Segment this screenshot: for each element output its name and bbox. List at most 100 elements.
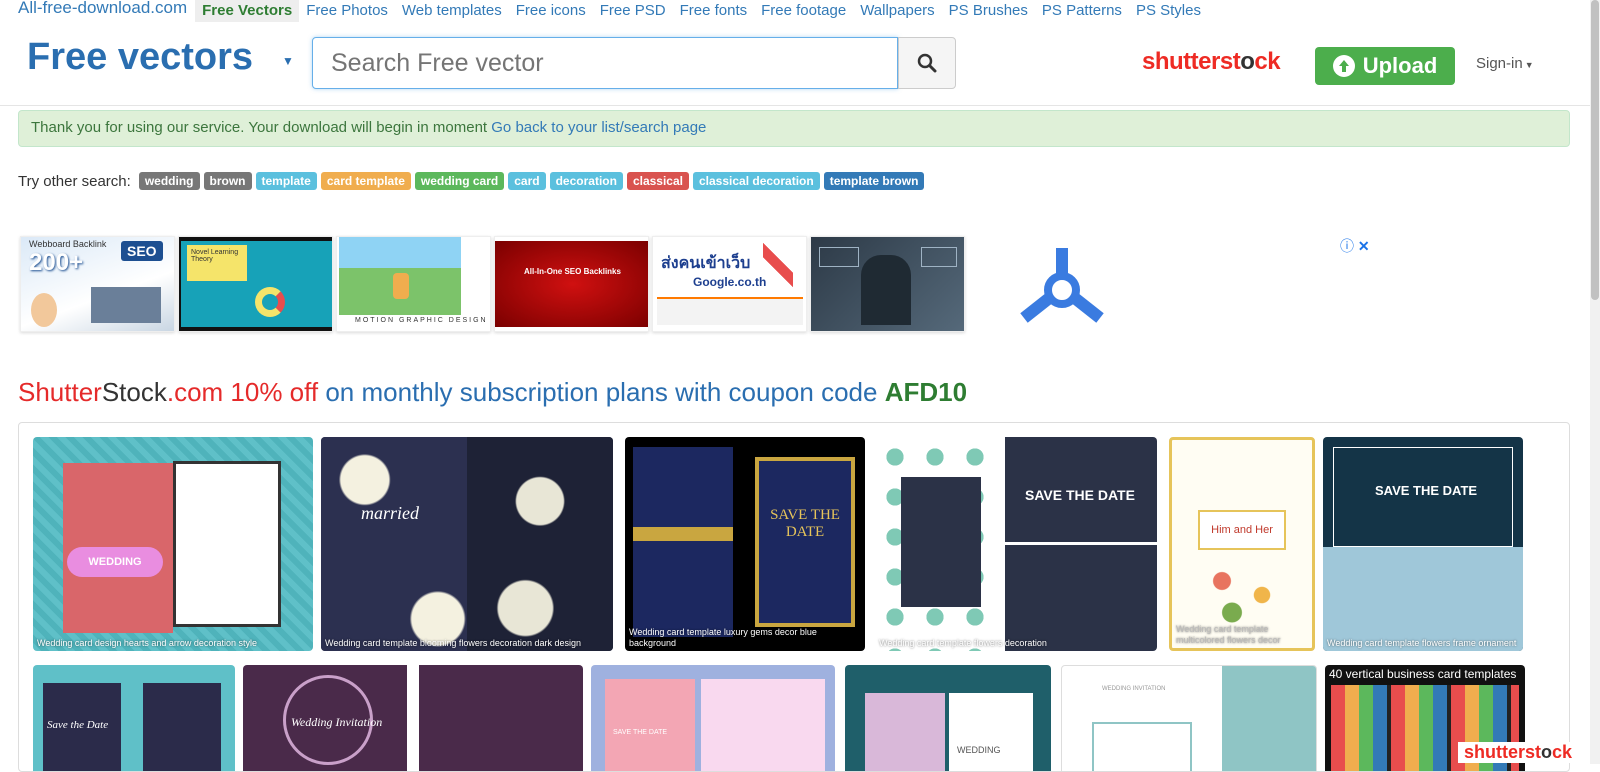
gallery-item[interactable]: WEDDING (845, 665, 1051, 771)
card-right (949, 693, 1033, 771)
gallery-caption: Wedding card template blooming flowers d… (325, 638, 581, 648)
site-brand-link[interactable]: All-free-download.com (0, 0, 195, 18)
headline-stock: Stock (101, 377, 167, 407)
ad5-label: ส่งคนเข้าเว็บ (661, 255, 751, 272)
nav-free-photos[interactable]: Free Photos (299, 0, 395, 22)
shutterstock-badge[interactable]: shutterstock (1458, 742, 1579, 763)
building-graphic (91, 287, 161, 323)
back-to-list-link[interactable]: Go back to your list/search page (491, 119, 706, 136)
caret-down-icon[interactable]: ▼ (282, 54, 294, 68)
tag-classical[interactable]: classical (626, 172, 689, 190)
card-text: WEDDING (67, 547, 163, 577)
ad1-label: Webboard Backlink (29, 239, 107, 249)
download-alert: Thank you for using our service. Your do… (18, 110, 1570, 147)
nav-ps-styles[interactable]: PS Styles (1129, 0, 1208, 22)
gold-band (633, 527, 733, 541)
tag-card-template[interactable]: card template (320, 172, 411, 190)
card-text: SAVE THE DATE (1375, 483, 1478, 498)
ad4-label: All-In-One SEO Backlinks (524, 267, 621, 276)
nav-free-fonts[interactable]: Free fonts (673, 0, 755, 22)
gallery-item[interactable]: SAVE THE DATE Wedding card template flow… (875, 437, 1157, 651)
tag-card[interactable]: card (508, 172, 546, 190)
headline-discount: .com 10% off (166, 377, 319, 407)
upload-arrow-icon (1332, 55, 1355, 77)
page-scrollbar[interactable] (1590, 0, 1600, 764)
card-right (143, 683, 221, 771)
caret-down-icon: ▼ (1524, 60, 1534, 70)
nav-wallpapers[interactable]: Wallpapers (853, 0, 941, 22)
gallery-item[interactable]: Wedding Invitation (243, 665, 583, 771)
card-right (173, 461, 281, 627)
badge-part3: ck (1552, 742, 1573, 762)
ad-all-in-one-seo[interactable]: All-In-One SEO Backlinks (494, 236, 649, 332)
ad1-seo: SEO (121, 241, 163, 261)
search-icon (917, 53, 937, 73)
ad-info-icon[interactable]: ⓘ (1340, 238, 1354, 254)
ad-close-controls[interactable]: ⓘ ✕ (1340, 236, 1370, 256)
card-text: SAVE THE DATE (613, 729, 668, 736)
ad-google-thai[interactable]: ส่งคนเข้าเว็บ Google.co.th (652, 236, 807, 332)
search-button[interactable] (898, 37, 956, 89)
tag-decoration[interactable]: decoration (549, 172, 623, 190)
nav-free-icons[interactable]: Free icons (509, 0, 593, 22)
alert-text: Thank you for using our service. Your do… (31, 119, 492, 136)
tag-wedding-card[interactable]: wedding card (414, 172, 505, 190)
card-right (467, 437, 613, 651)
upload-label: Upload (1362, 53, 1438, 78)
ad3-label: MOTION GRAPHIC DESIGN (355, 317, 488, 324)
shutter-logo-part3: ck (1254, 48, 1281, 75)
card-text: SAVE THE DATE (1025, 487, 1135, 503)
nav-free-psd[interactable]: Free PSD (593, 0, 673, 22)
nav-ps-brushes[interactable]: PS Brushes (942, 0, 1035, 22)
tag-classical-decoration[interactable]: classical decoration (692, 172, 820, 190)
gallery-item[interactable]: Save the Date (33, 665, 235, 771)
tag-wedding[interactable]: wedding (138, 172, 200, 190)
card-bottom (1323, 547, 1523, 651)
gallery-item[interactable]: married Wedding card template blooming f… (321, 437, 613, 651)
nav-free-footage[interactable]: Free footage (754, 0, 853, 22)
scrollbar-thumb[interactable] (1591, 0, 1599, 300)
gallery-item[interactable]: Him and Her Wedding card template multic… (1169, 437, 1315, 651)
signin-dropdown[interactable]: Sign-in ▼ (1476, 55, 1534, 72)
tags-label: Try other search: (18, 172, 131, 190)
close-icon[interactable]: ✕ (1358, 238, 1370, 254)
headline-text: on monthly subscription plans with coupo… (318, 377, 885, 407)
card-text: WEDDING INVITATION (1102, 686, 1166, 692)
tag-template[interactable]: template (255, 172, 317, 190)
card-left (605, 679, 695, 771)
header: Free vectors ▼ shutterstock Upload Sign-… (0, 22, 1590, 106)
sketch-box-2 (921, 247, 957, 267)
card-text: Him and Her (1198, 510, 1286, 550)
gallery-item[interactable]: WEDDING Wedding card design hearts and a… (33, 437, 313, 651)
nav-web-templates[interactable]: Web templates (395, 0, 509, 22)
gallery-item[interactable]: SAVE THE DATE Wedding card template luxu… (625, 437, 865, 651)
shutterstock-logo[interactable]: shutterstock (1142, 48, 1281, 76)
card-frame (1092, 722, 1192, 771)
rocket-graphic (763, 243, 793, 287)
flower-bouquet (1192, 560, 1292, 630)
upload-button[interactable]: Upload (1315, 47, 1455, 85)
search-input[interactable] (312, 37, 898, 89)
ad-business-diagram[interactable] (810, 236, 965, 332)
gallery-item[interactable]: SAVE THE DATE (591, 665, 835, 771)
divider-strip (407, 665, 419, 771)
ad-learning-theory[interactable]: Novel Learning Theory (178, 236, 333, 332)
sketch-box-1 (819, 247, 859, 267)
coupon-headline[interactable]: ShutterStock.com 10% off on monthly subs… (18, 377, 967, 408)
ad1-big: 200+ (29, 249, 84, 276)
ad-motion-graphic[interactable]: MOTION GRAPHIC DESIGN (336, 236, 491, 332)
tag-template-brown[interactable]: template brown (823, 172, 925, 190)
tag-brown[interactable]: brown (203, 172, 252, 190)
shutter-logo-part2: o (1240, 48, 1255, 75)
gallery-caption: Wedding card template flowers frame orna… (1327, 638, 1517, 648)
nav-ps-patterns[interactable]: PS Patterns (1035, 0, 1129, 22)
card-text: married (361, 503, 419, 523)
card-right (1222, 666, 1316, 771)
gallery-item[interactable]: WEDDING INVITATION (1061, 665, 1317, 771)
nav-free-vectors[interactable]: Free Vectors (195, 0, 300, 22)
ad-seo-backlink[interactable]: Webboard Backlink 200+ SEO (20, 236, 175, 332)
card-text: SAVE THE DATE (770, 507, 840, 540)
page-title[interactable]: Free vectors (27, 36, 253, 79)
card-right (755, 457, 855, 627)
gallery-item[interactable]: SAVE THE DATE Wedding card template flow… (1323, 437, 1523, 651)
